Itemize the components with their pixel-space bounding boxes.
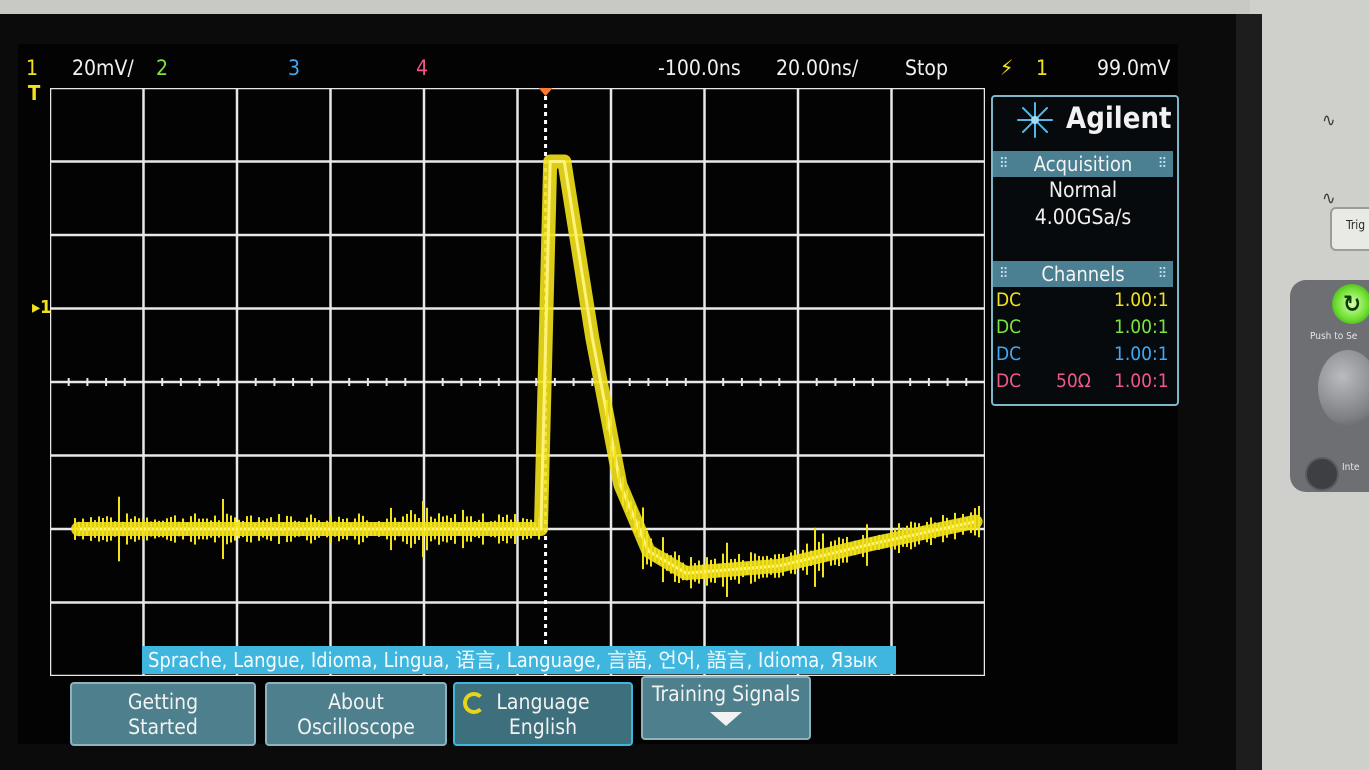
- about-oscilloscope-softkey[interactable]: About Oscilloscope: [265, 682, 447, 746]
- ch1-ground-marker-label: 1: [40, 297, 52, 318]
- bezel-edge: [1236, 14, 1262, 770]
- ch4-impedance: 50Ω: [1056, 370, 1091, 392]
- ch3-indicator[interactable]: 3: [288, 56, 300, 84]
- getting-started-label-1: Getting: [127, 690, 199, 714]
- about-label-2: Oscilloscope: [297, 715, 415, 739]
- ch4-indicator[interactable]: 4: [416, 56, 428, 84]
- rotary-knob[interactable]: [1318, 350, 1369, 426]
- grip-icon: ⠿: [999, 156, 1009, 172]
- ch1-coupling: DC: [996, 289, 1022, 311]
- ground-arrow-icon: ▸: [32, 297, 41, 318]
- trigger-level: 99.0mV: [1097, 56, 1171, 80]
- acquisition-section-header[interactable]: ⠿ Acquisition ⠿: [993, 151, 1173, 177]
- sample-rate: 4.00GSa/s: [1034, 205, 1132, 229]
- trigger-button-label: Trig: [1346, 218, 1366, 232]
- ch1-ground-marker[interactable]: ▸1: [32, 297, 74, 321]
- run-state: Stop: [905, 56, 948, 80]
- intensity-knob[interactable]: [1305, 457, 1339, 491]
- sine-icon: ∿: [1322, 110, 1336, 131]
- trigger-source: 1: [1036, 56, 1049, 80]
- training-signals-softkey[interactable]: Training Signals: [641, 676, 811, 740]
- intensity-label: Inte: [1342, 462, 1360, 473]
- ch4-coupling: DC: [996, 370, 1022, 392]
- ch1-scale: 20mV/: [72, 56, 134, 80]
- language-banner: Sprache, Langue, Idioma, Lingua, 语言, Lan…: [142, 646, 896, 674]
- grip-icon: ⠿: [1157, 266, 1167, 282]
- language-softkey[interactable]: Language English: [453, 682, 633, 746]
- time-delay: -100.0ns: [658, 56, 741, 80]
- ch1-indicator[interactable]: 1: [26, 56, 38, 84]
- getting-started-softkey[interactable]: Getting Started: [70, 682, 256, 746]
- acquisition-mode: Normal: [1048, 178, 1118, 202]
- channels-title: Channels: [1041, 262, 1125, 286]
- channels-section-header[interactable]: ⠿ Channels ⠿: [993, 261, 1173, 287]
- waveform-graticule: [50, 88, 985, 676]
- grip-icon: ⠿: [999, 266, 1009, 282]
- time-scale: 20.00ns/: [776, 56, 859, 80]
- ch2-coupling: DC: [996, 316, 1022, 338]
- agilent-spark-icon: [1017, 102, 1053, 138]
- ch3-probe-ratio: 1.00:1: [1114, 343, 1169, 365]
- acquisition-title: Acquisition: [1033, 152, 1133, 176]
- channel-row-2: DC 1.00:1: [996, 316, 1169, 342]
- channel-row-4: DC 50Ω 1.00:1: [996, 370, 1169, 396]
- language-label-2: English: [508, 715, 578, 739]
- trigger-level-marker[interactable]: T: [28, 83, 44, 116]
- channel-row-1: DC 1.00:1: [996, 289, 1169, 315]
- grip-icon: ⠿: [1157, 156, 1167, 172]
- about-label-1: About: [328, 690, 384, 714]
- cycle-arrow-icon: ↻: [1342, 290, 1362, 318]
- channel-row-3: DC 1.00:1: [996, 343, 1169, 369]
- cycle-icon: [463, 692, 485, 714]
- entry-knob-push-select[interactable]: ↻: [1332, 284, 1369, 324]
- oscilloscope-bezel-top: [0, 0, 1369, 14]
- getting-started-label-2: Started: [128, 715, 198, 739]
- ch1-probe-ratio: 1.00:1: [1114, 289, 1169, 311]
- trigger-edge-icon: ⚡: [1000, 56, 1014, 80]
- ch4-probe-ratio: 1.00:1: [1114, 370, 1169, 392]
- ch2-indicator[interactable]: 2: [156, 56, 168, 84]
- training-signals-label: Training Signals: [651, 682, 801, 706]
- brand-logo-text: Agilent: [1066, 101, 1172, 135]
- arrow-down-icon: [710, 712, 742, 726]
- trigger-level-marker-label: T: [28, 81, 41, 105]
- ch3-coupling: DC: [996, 343, 1022, 365]
- ch2-probe-ratio: 1.00:1: [1114, 316, 1169, 338]
- sine-icon: ∿: [1322, 188, 1336, 209]
- push-to-select-label: Push to Se: [1310, 331, 1358, 342]
